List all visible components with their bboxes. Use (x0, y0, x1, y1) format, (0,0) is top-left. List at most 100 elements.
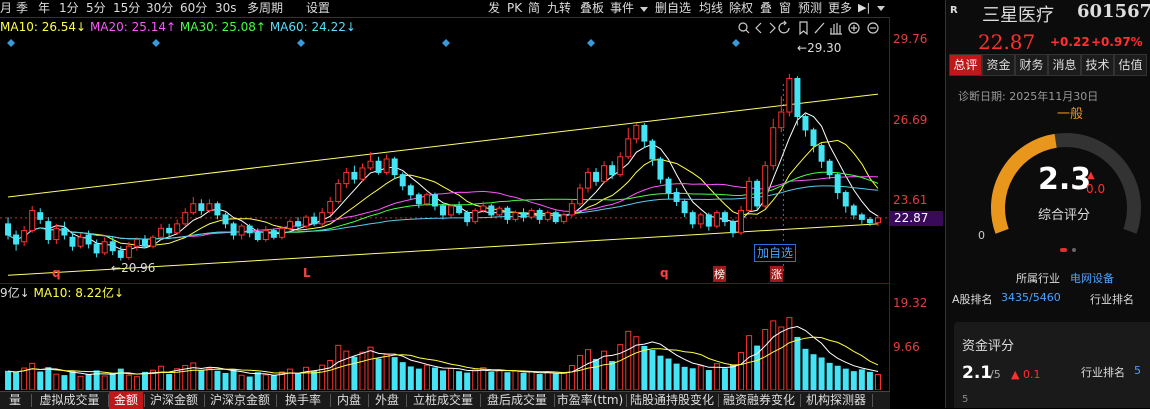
indicator-tab[interactable]: 沪深金额 (145, 392, 203, 409)
fund-score-total: /5 (990, 368, 1001, 381)
indicator-tab[interactable]: 盘后成交量 (481, 392, 553, 409)
volume-bar (69, 371, 76, 390)
tab-finance[interactable]: 财务 (1015, 54, 1048, 76)
zoom-in-icon[interactable] (848, 22, 860, 34)
fund-score-card[interactable]: 资金评分 2.1 /5 ▲ 0.1 行业排名 5 5 (954, 322, 1150, 408)
forward-icon[interactable] (769, 22, 776, 34)
tool-ma[interactable]: 均线 (699, 0, 723, 16)
hand-icon[interactable] (830, 23, 842, 35)
candle (230, 221, 237, 240)
volume-bar (431, 367, 438, 390)
tab-overall[interactable]: 总评 (949, 54, 982, 76)
zoom-out-icon[interactable] (867, 22, 879, 34)
tool-forecast[interactable]: 预测 (798, 0, 822, 16)
pencil-icon[interactable] (814, 22, 825, 34)
period-year[interactable]: 年 (38, 0, 50, 16)
tool-simple[interactable]: 简 (528, 0, 540, 16)
indicator-tab[interactable]: 机构探测器 (801, 392, 871, 409)
candle-body (230, 223, 237, 236)
candle (13, 230, 20, 251)
period-60min[interactable]: 60分 (180, 0, 207, 16)
candle (858, 212, 865, 224)
candle (601, 161, 608, 184)
indicator-tab[interactable]: 内盘 (331, 392, 367, 409)
event-dropdown-icon[interactable] (640, 7, 648, 12)
candle (617, 152, 624, 177)
candle (697, 212, 704, 229)
period-toolbar: 月 季 年 1分 5分 15分 30分 60分 30s 多周期 设置 发 PK … (0, 0, 890, 18)
tool-event[interactable]: 事件 (610, 0, 634, 16)
tool-pk[interactable]: PK (507, 0, 522, 16)
multi-period-button[interactable]: 多周期 (247, 0, 283, 16)
indicator-tab[interactable]: 融资融券变化 (719, 392, 799, 409)
candle (21, 226, 28, 247)
expand-panel-icon[interactable]: ▶| (858, 1, 872, 15)
indicator-tab[interactable]: 沪深京金额 (205, 392, 275, 409)
volume-bar (61, 375, 68, 390)
candle (488, 203, 495, 218)
back-icon[interactable] (755, 22, 762, 34)
rank-a-label: A股排名 (952, 293, 993, 306)
indicator-tab[interactable]: 外盘 (369, 392, 405, 409)
candle (456, 201, 463, 215)
more-button[interactable]: 更多 (828, 0, 852, 16)
marker-q-2: q (660, 266, 669, 280)
tool-overlay[interactable]: 叠 (760, 0, 772, 16)
candle (45, 217, 52, 244)
indicator-tab[interactable]: 市盈率(ttm) (555, 392, 625, 409)
search-icon[interactable] (738, 22, 750, 34)
candle (786, 74, 793, 117)
candle-body (359, 167, 366, 180)
volume-bar (375, 358, 382, 390)
tab-technical[interactable]: 技术 (1081, 54, 1114, 76)
fund-rank-value[interactable]: 5 (1134, 364, 1141, 377)
settings-button[interactable]: 设置 (306, 0, 330, 16)
industry-link[interactable]: 电网设备 (1070, 270, 1114, 286)
candle-body (295, 221, 302, 227)
tab-fund[interactable]: 资金 (982, 54, 1015, 76)
indicator-tab[interactable]: 陆股通持股变化 (627, 392, 717, 409)
period-5min[interactable]: 5分 (86, 0, 106, 16)
indicator-tab[interactable]: 虚拟成交量 (32, 392, 107, 409)
rank-a-value[interactable]: 3435/5460 (1001, 291, 1061, 304)
volume-bar (842, 368, 849, 390)
refresh-icon[interactable] (778, 20, 790, 34)
period-30s[interactable]: 30s (215, 0, 237, 16)
indicator-tab[interactable]: 换手率 (277, 392, 329, 409)
bookmark-icon[interactable] (799, 21, 808, 36)
volume-chart[interactable] (0, 300, 890, 390)
tool-exright[interactable]: 除权 (729, 0, 753, 16)
period-1min[interactable]: 1分 (59, 0, 79, 16)
period-quarter[interactable]: 季 (16, 0, 28, 16)
candle (343, 167, 350, 189)
candle-body (166, 227, 173, 234)
tool-dieban[interactable]: 叠板 (580, 0, 604, 16)
tab-valuation[interactable]: 估值 (1114, 54, 1147, 76)
indicator-tab[interactable]: 量 (0, 392, 30, 409)
marker-zhang[interactable]: 涨 (770, 266, 783, 282)
pager-dot-active[interactable] (1060, 248, 1067, 252)
period-month[interactable]: 月 (0, 0, 12, 16)
add-watchlist-button[interactable]: 加自选 (754, 244, 797, 262)
tool-jiuzhuan[interactable]: 九转 (547, 0, 571, 16)
remove-watchlist-button[interactable]: 删自选 (655, 0, 691, 16)
tool-fa[interactable]: 发 (488, 0, 500, 16)
candle (190, 197, 197, 215)
candle-body (93, 243, 100, 254)
volume-bar (464, 372, 471, 390)
period-15min[interactable]: 15分 (113, 0, 140, 16)
indicator-tab[interactable]: 立桩成交量 (407, 392, 479, 409)
tab-news[interactable]: 消息 (1048, 54, 1081, 76)
volume-bar (295, 373, 302, 390)
volume-bar (544, 371, 551, 390)
toolbar-dropdown-icon[interactable] (877, 6, 885, 11)
candle-body (431, 194, 438, 207)
tool-window[interactable]: 窗 (779, 0, 791, 16)
indicator-tab[interactable]: 金额 (109, 392, 143, 409)
pager-dot[interactable] (1072, 248, 1076, 252)
candle (383, 154, 390, 175)
candle-body (568, 203, 575, 216)
period-30min[interactable]: 30分 (146, 0, 173, 16)
marker-bang[interactable]: 榜 (713, 266, 726, 282)
high-price-label: ←29.30 (797, 41, 842, 55)
